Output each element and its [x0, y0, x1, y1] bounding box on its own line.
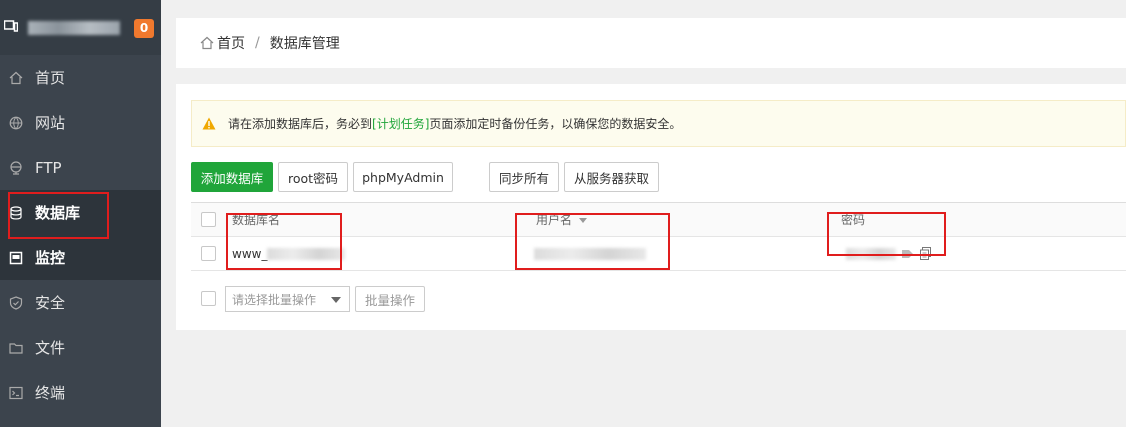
- add-database-button[interactable]: 添加数据库: [191, 162, 273, 192]
- root-password-button[interactable]: root密码: [278, 162, 348, 192]
- sidebar-item-label: 网站: [35, 114, 66, 132]
- warning-icon: [202, 117, 216, 130]
- sync-all-button[interactable]: 同步所有: [489, 162, 559, 192]
- database-panel: 请在添加数据库后，务必到 [计划任务] 页面添加定时备份任务，以确保您的数据安全…: [176, 84, 1126, 330]
- cron-task-link[interactable]: [计划任务]: [372, 115, 429, 132]
- shield-icon: [8, 295, 24, 311]
- batch-operation-select[interactable]: 请选择批量操作: [225, 286, 350, 312]
- monitor-icon: [8, 250, 24, 266]
- sidebar-item-label: 监控: [35, 249, 66, 267]
- highlight-box-password: [827, 212, 946, 256]
- notice-text-before: 请在添加数据库后，务必到: [228, 117, 373, 131]
- globe-icon: [8, 115, 24, 131]
- sidebar-item-label: 首页: [35, 69, 66, 87]
- breadcrumb-home-link[interactable]: 首页: [217, 33, 245, 53]
- server-ip: [28, 20, 120, 35]
- notice-text-after: 页面添加定时备份任务，以确保您的数据安全。: [429, 117, 682, 131]
- sidebar-item-security[interactable]: 安全: [0, 280, 161, 325]
- batch-select-checkbox[interactable]: [201, 291, 216, 306]
- home-icon: [8, 70, 24, 86]
- sidebar-item-files[interactable]: 文件: [0, 325, 161, 370]
- breadcrumb: 首页 / 数据库管理: [176, 18, 1126, 68]
- breadcrumb-current: 数据库管理: [269, 36, 340, 52]
- highlight-box-username: [515, 213, 670, 270]
- backup-notice: 请在添加数据库后，务必到 [计划任务] 页面添加定时备份任务，以确保您的数据安全…: [191, 100, 1126, 147]
- server-icon: [3, 19, 19, 37]
- highlight-box-dbname: [226, 213, 342, 270]
- sidebar-item-monitor[interactable]: 监控: [0, 235, 161, 280]
- home-icon: [200, 36, 214, 50]
- sidebar-item-home[interactable]: 首页: [0, 55, 161, 100]
- folder-icon: [8, 340, 24, 356]
- ftp-icon: [8, 160, 24, 176]
- highlight-box-database: [8, 192, 109, 239]
- fetch-from-server-button[interactable]: 从服务器获取: [564, 162, 659, 192]
- sidebar-item-ftp[interactable]: FTP: [0, 145, 161, 190]
- breadcrumb-separator: /: [255, 35, 260, 51]
- notification-badge[interactable]: 0: [134, 19, 154, 38]
- sidebar-item-terminal[interactable]: 终端: [0, 370, 161, 415]
- terminal-icon: [8, 385, 24, 401]
- sidebar-item-label: 终端: [35, 384, 66, 402]
- sidebar-item-label: 文件: [35, 339, 66, 357]
- sidebar-item-label: FTP: [35, 158, 62, 177]
- batch-operation-button[interactable]: 批量操作: [355, 286, 425, 312]
- phpmyadmin-button[interactable]: phpMyAdmin: [353, 162, 453, 192]
- select-all-checkbox[interactable]: [201, 212, 216, 227]
- row-checkbox[interactable]: [201, 246, 216, 261]
- dropdown-caret-icon: [331, 297, 341, 303]
- sidebar-item-website[interactable]: 网站: [0, 100, 161, 145]
- sidebar-item-label: 安全: [35, 294, 66, 312]
